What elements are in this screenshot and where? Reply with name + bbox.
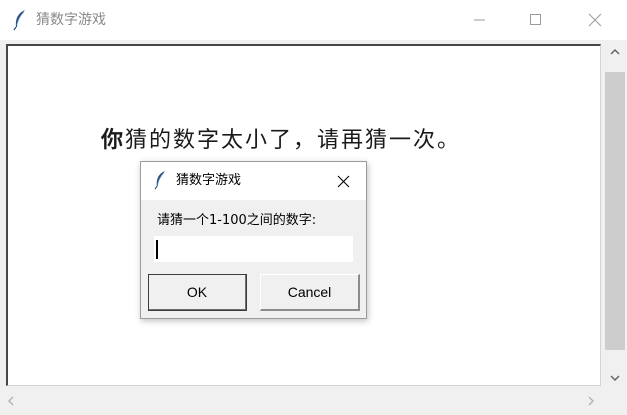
message-text: 猜的数字太小了，请再猜一次。 bbox=[125, 128, 462, 153]
number-input[interactable] bbox=[154, 236, 353, 262]
scroll-down-button[interactable] bbox=[607, 370, 623, 386]
ok-button[interactable]: OK bbox=[148, 274, 247, 311]
dialog-prompt: 请猜一个1-100之间的数字: bbox=[157, 213, 317, 228]
close-icon bbox=[588, 13, 602, 27]
minimize-button[interactable] bbox=[457, 0, 503, 40]
dialog-close-button[interactable] bbox=[331, 170, 355, 192]
maximize-icon bbox=[530, 14, 541, 25]
dialog-title: 猜数字游戏 bbox=[176, 173, 242, 188]
minimize-icon bbox=[474, 19, 485, 21]
scroll-thumb[interactable] bbox=[605, 72, 625, 350]
text-caret bbox=[156, 240, 158, 259]
vertical-scrollbar[interactable] bbox=[603, 40, 627, 388]
input-dialog: 猜数字游戏 请猜一个1-100之间的数字: OK Cancel bbox=[140, 161, 367, 319]
cancel-button[interactable]: Cancel bbox=[260, 274, 360, 311]
scroll-up-button[interactable] bbox=[607, 44, 623, 60]
title-bar[interactable]: 猜数字游戏 bbox=[0, 0, 627, 40]
horizontal-scrollbar[interactable] bbox=[0, 388, 603, 415]
chevron-right-icon bbox=[588, 396, 594, 406]
message-bold-char: 你 bbox=[101, 128, 126, 153]
dialog-title-bar[interactable]: 猜数字游戏 bbox=[141, 162, 366, 200]
close-icon bbox=[337, 175, 349, 187]
chevron-left-icon bbox=[8, 396, 14, 406]
app-window: 猜数字游戏 你猜的数字太小了，请再猜一次。 猜数字游戏 请猜一个1-100之间的… bbox=[0, 0, 627, 415]
maximize-button[interactable] bbox=[513, 0, 559, 40]
chevron-down-icon bbox=[610, 375, 620, 381]
result-message: 你猜的数字太小了，请再猜一次。 bbox=[101, 126, 461, 156]
chevron-up-icon bbox=[610, 49, 620, 55]
feather-icon bbox=[154, 170, 166, 190]
close-button[interactable] bbox=[572, 0, 618, 40]
feather-icon bbox=[13, 10, 25, 31]
window-title: 猜数字游戏 bbox=[36, 12, 106, 28]
scroll-right-button[interactable] bbox=[584, 394, 598, 408]
scroll-left-button[interactable] bbox=[4, 394, 18, 408]
